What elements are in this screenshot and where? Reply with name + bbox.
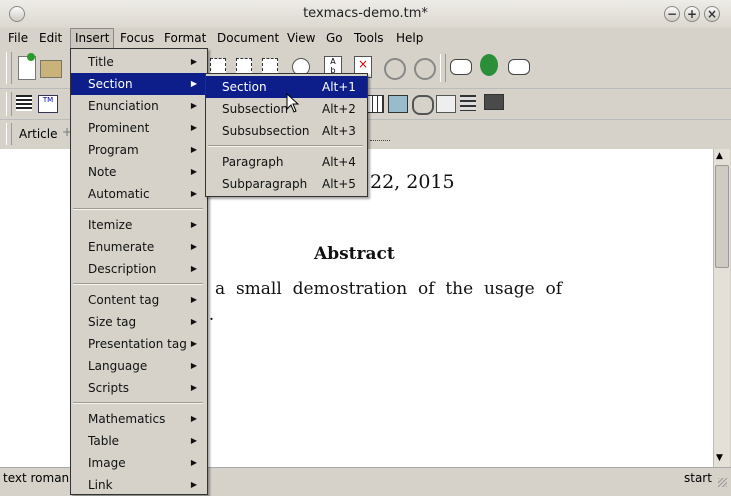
abstract-heading: Abstract — [314, 244, 395, 264]
submenu-arrow-icon: ▶ — [190, 436, 197, 445]
align-text-icon[interactable] — [16, 95, 32, 111]
menu-edit[interactable]: Edit — [35, 28, 66, 48]
redo-icon[interactable] — [414, 58, 436, 80]
insert-menu: Title ▶ Section ▶ Enunciation ▶ Prominent ▶ … — [70, 48, 208, 495]
insert-menu-itemize[interactable]: Itemize ▶ — [71, 214, 207, 236]
submenu-arrow-icon: ▶ — [190, 383, 197, 392]
section-submenu: Section Alt+1 Subsection Alt+2 Subsubsecti… — [205, 73, 368, 197]
menu-separator — [208, 145, 363, 147]
submenu-arrow-icon: ▶ — [190, 79, 197, 88]
submenu-arrow-icon: ▶ — [190, 167, 197, 176]
author-line-fragment — [370, 140, 390, 143]
submenu-arrow-icon: ▶ — [190, 458, 197, 467]
submenu-subsubsection[interactable]: Subsubsection Alt+3 — [206, 120, 367, 142]
insert-menu-section[interactable]: Section ▶ — [71, 73, 207, 95]
menu-view[interactable]: View — [283, 28, 319, 48]
insert-menu-table[interactable]: Table ▶ — [71, 430, 207, 452]
insert-menu-program[interactable]: Program ▶ — [71, 139, 207, 161]
footnote-icon[interactable] — [436, 95, 456, 113]
menu-separator — [73, 283, 203, 285]
title-bar: texmacs-demo.tm* − + × — [0, 0, 731, 29]
submenu-arrow-icon: ▶ — [190, 57, 197, 66]
menu-insert[interactable]: Insert — [70, 28, 115, 50]
texmacs-icon[interactable]: TM — [38, 95, 58, 113]
new-document-icon[interactable] — [18, 53, 36, 80]
menu-file[interactable]: File — [4, 28, 32, 48]
toolbar-separator — [440, 54, 446, 82]
insert-menu-enumerate[interactable]: Enumerate ▶ — [71, 236, 207, 258]
minimize-button[interactable]: − — [664, 6, 680, 22]
toolbar-grip[interactable] — [6, 123, 12, 145]
status-right: start — [684, 471, 712, 485]
window-title: texmacs-demo.tm* — [303, 6, 428, 21]
submenu-arrow-icon: ▶ — [190, 295, 197, 304]
undo-icon[interactable] — [384, 58, 406, 80]
insert-menu-scripts[interactable]: Scripts ▶ — [71, 377, 207, 399]
insert-menu-automatic[interactable]: Automatic ▶ — [71, 183, 207, 205]
session-icon[interactable] — [484, 94, 504, 110]
image-icon[interactable] — [388, 95, 408, 113]
submenu-arrow-icon: ▶ — [190, 101, 197, 110]
submenu-arrow-icon: ▶ — [190, 145, 197, 154]
animation-icon[interactable] — [460, 95, 476, 111]
submenu-subparagraph[interactable]: Subparagraph Alt+5 — [206, 173, 367, 195]
insert-menu-presentation-tag[interactable]: Presentation tag ▶ — [71, 333, 207, 355]
menu-bar: File Edit Insert Focus Format Document V… — [0, 28, 731, 50]
toolbar-grip[interactable] — [6, 52, 12, 84]
close-button[interactable]: × — [704, 6, 720, 22]
menu-separator — [73, 208, 203, 210]
mouse-pointer-icon — [286, 93, 300, 113]
insert-menu-language[interactable]: Language ▶ — [71, 355, 207, 377]
table-icon[interactable] — [366, 95, 384, 113]
insert-menu-description[interactable]: Description ▶ — [71, 258, 207, 280]
scroll-up-icon[interactable]: ▲ — [716, 151, 723, 161]
insert-menu-note[interactable]: Note ▶ — [71, 161, 207, 183]
submenu-arrow-icon: ▶ — [190, 361, 197, 370]
menu-separator — [73, 402, 203, 404]
open-folder-icon[interactable] — [40, 60, 62, 78]
submenu-arrow-icon: ▶ — [190, 123, 197, 132]
toolbar-grip[interactable] — [6, 92, 12, 116]
insert-menu-content-tag[interactable]: Content tag ▶ — [71, 289, 207, 311]
style-label[interactable]: Article — [19, 127, 58, 141]
menu-go[interactable]: Go — [322, 28, 347, 48]
menu-tools[interactable]: Tools — [350, 28, 388, 48]
insert-menu-image[interactable]: Image ▶ — [71, 452, 207, 474]
submenu-arrow-icon: ▶ — [190, 480, 197, 489]
forward-hand-icon[interactable] — [508, 59, 530, 75]
insert-menu-enunciation[interactable]: Enunciation ▶ — [71, 95, 207, 117]
document-date: 22, 2015 — [370, 171, 455, 193]
menu-document[interactable]: Document — [213, 28, 283, 48]
submenu-paragraph[interactable]: Paragraph Alt+4 — [206, 151, 367, 173]
maximize-button[interactable]: + — [684, 6, 700, 22]
submenu-arrow-icon: ▶ — [190, 220, 197, 229]
scroll-down-icon[interactable]: ▼ — [716, 453, 723, 463]
status-left: text roman 1 — [3, 471, 81, 485]
submenu-arrow-icon: ▶ — [190, 242, 197, 251]
back-hand-icon[interactable] — [450, 59, 472, 75]
menu-format[interactable]: Format — [160, 28, 210, 48]
insert-menu-link[interactable]: Link ▶ — [71, 474, 207, 496]
submenu-arrow-icon: ▶ — [190, 317, 197, 326]
insert-menu-title[interactable]: Title ▶ — [71, 51, 207, 73]
submenu-arrow-icon: ▶ — [190, 414, 197, 423]
insert-menu-size-tag[interactable]: Size tag ▶ — [71, 311, 207, 333]
submenu-arrow-icon: ▶ — [190, 264, 197, 273]
menu-focus[interactable]: Focus — [116, 28, 158, 48]
insert-menu-mathematics[interactable]: Mathematics ▶ — [71, 408, 207, 430]
scrollbar-thumb[interactable] — [715, 165, 729, 268]
submenu-arrow-icon: ▶ — [190, 189, 197, 198]
abstract-line-1: a small demostration of the usage of — [215, 279, 563, 299]
resize-grip-icon[interactable] — [718, 478, 727, 487]
link-icon[interactable] — [412, 95, 434, 115]
submenu-arrow-icon: ▶ — [190, 339, 197, 348]
refresh-icon[interactable] — [480, 54, 498, 76]
insert-menu-prominent[interactable]: Prominent ▶ — [71, 117, 207, 139]
menu-help[interactable]: Help — [392, 28, 427, 48]
